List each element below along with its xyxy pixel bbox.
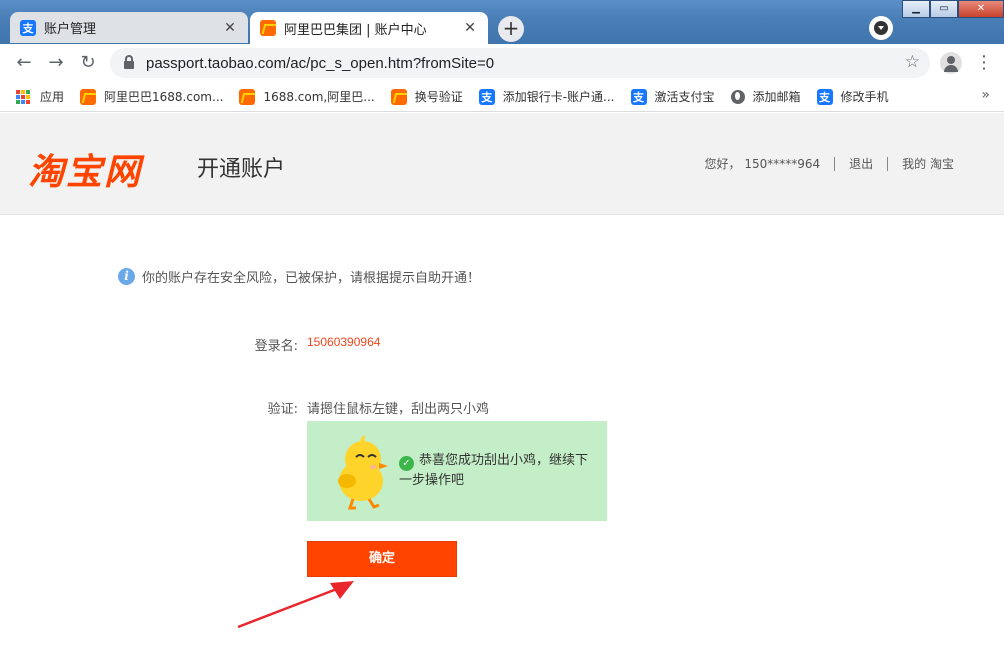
bookmark-change-phone[interactable]: 支 修改手机 (816, 88, 889, 105)
bookmark-label: 换号验证 (414, 90, 463, 104)
tab-search-icon[interactable] (869, 16, 893, 40)
browser-titlebar: 支 账户管理 ✕ 阿里巴巴集团 | 账户中心 ✕ + ▁ ▭ ✕ (0, 0, 1004, 44)
new-tab-button[interactable]: + (498, 16, 524, 42)
verify-hint: 请摁住鼠标左键，刮出两只小鸡 (307, 402, 490, 417)
alipay-icon: 支 (478, 88, 495, 105)
verify-label: 验证: (267, 402, 298, 417)
alibaba-icon (390, 88, 407, 105)
bookmark-label: 激活支付宝 (654, 90, 715, 104)
bookmark-change-number[interactable]: 换号验证 (390, 88, 463, 105)
close-icon[interactable]: ✕ (462, 20, 478, 36)
apps-grid-icon (16, 89, 30, 104)
tab-title: 账户管理 (44, 22, 97, 37)
star-icon[interactable]: ☆ (905, 52, 920, 72)
login-name-label: 登录名: (254, 339, 298, 354)
close-window-button[interactable]: ✕ (958, 0, 1004, 18)
forward-arrow-icon[interactable]: → (46, 53, 66, 73)
alipay-icon: 支 (20, 19, 36, 36)
address-bar[interactable]: passport.taobao.com/ac/pc_s_open.htm?fro… (110, 48, 930, 78)
account-avatar-icon[interactable] (940, 52, 962, 74)
browser-toolbar: ← → ↻ passport.taobao.com/ac/pc_s_open.h… (0, 44, 1004, 82)
bookmark-label: 添加邮箱 (752, 90, 801, 104)
globe-icon (730, 89, 745, 104)
alipay-icon: 支 (816, 88, 833, 105)
scratch-captcha[interactable]: ✓ 恭喜您成功刮出小鸡，继续下一步操作吧 (307, 421, 607, 521)
logout-link[interactable]: 退出 (849, 155, 873, 172)
alibaba-icon (260, 20, 276, 36)
alibaba-icon (80, 88, 97, 105)
check-icon: ✓ (399, 456, 414, 471)
login-name-value: 15060390964 (307, 335, 381, 349)
info-icon: i (118, 268, 135, 285)
user-links: 您好， 150*****964 退出 我的 淘宝 (705, 155, 954, 172)
reload-icon[interactable]: ↻ (78, 53, 98, 73)
security-notice: i 你的账户存在安全风险，已被保护，请根据提示自助开通！ (118, 267, 480, 286)
close-icon[interactable]: ✕ (222, 20, 238, 36)
bookmark-alibaba-1688[interactable]: 阿里巴巴1688.com... (80, 88, 223, 105)
divider (834, 156, 836, 171)
bookmarks-bar: 应用 阿里巴巴1688.com... 1688.com,阿里巴... 换号验证 … (0, 82, 1004, 112)
bookmark-label: 应用 (40, 90, 65, 104)
bookmark-label: 1688.com,阿里巴... (263, 90, 375, 104)
success-message: ✓ 恭喜您成功刮出小鸡，继续下一步操作吧 (399, 451, 599, 491)
bookmark-label: 添加银行卡-账户通... (502, 90, 615, 104)
alibaba-icon (239, 88, 256, 105)
window-controls: ▁ ▭ ✕ (902, 0, 1004, 18)
notice-text: 你的账户存在安全风险，已被保护，请根据提示自助开通！ (142, 271, 481, 286)
menu-dots-icon[interactable]: ⋮ (975, 53, 993, 73)
bookmark-activate-alipay[interactable]: 支 激活支付宝 (630, 88, 715, 105)
red-arrow-annotation (237, 581, 354, 629)
chick-icon (338, 435, 388, 510)
taobao-logo[interactable]: 淘宝网 (28, 143, 142, 195)
alipay-icon: 支 (630, 88, 647, 105)
url-text: passport.taobao.com/ac/pc_s_open.htm?fro… (146, 54, 495, 72)
divider (887, 156, 889, 171)
success-text: 恭喜您成功刮出小鸡，继续下一步操作吧 (399, 453, 589, 488)
my-taobao-link[interactable]: 我的 淘宝 (902, 155, 954, 172)
confirm-button[interactable]: 确定 (307, 541, 457, 577)
greeting-text: 您好， 150*****964 (704, 157, 821, 171)
tab-account-center[interactable]: 阿里巴巴集团 | 账户中心 ✕ (250, 12, 488, 44)
page-header: 淘宝网 开通账户 您好， 150*****964 退出 我的 淘宝 (0, 113, 1004, 215)
bookmark-add-email[interactable]: 添加邮箱 (730, 88, 801, 105)
maximize-button[interactable]: ▭ (930, 0, 958, 18)
chevron-double-right-icon[interactable]: » (981, 87, 990, 103)
page-title: 开通账户 (197, 157, 286, 182)
minimize-button[interactable]: ▁ (902, 0, 930, 18)
tab-account-management[interactable]: 支 账户管理 ✕ (10, 12, 248, 43)
bookmark-label: 阿里巴巴1688.com... (104, 90, 224, 104)
back-arrow-icon[interactable]: ← (14, 53, 34, 73)
tab-title: 阿里巴巴集团 | 账户中心 (284, 22, 427, 38)
bookmark-label: 修改手机 (840, 90, 889, 104)
bookmark-1688[interactable]: 1688.com,阿里巴... (239, 88, 375, 105)
bookmark-add-bank-card[interactable]: 支 添加银行卡-账户通... (478, 88, 615, 105)
lock-icon (124, 55, 134, 69)
bookmark-apps[interactable]: 应用 (16, 88, 64, 105)
